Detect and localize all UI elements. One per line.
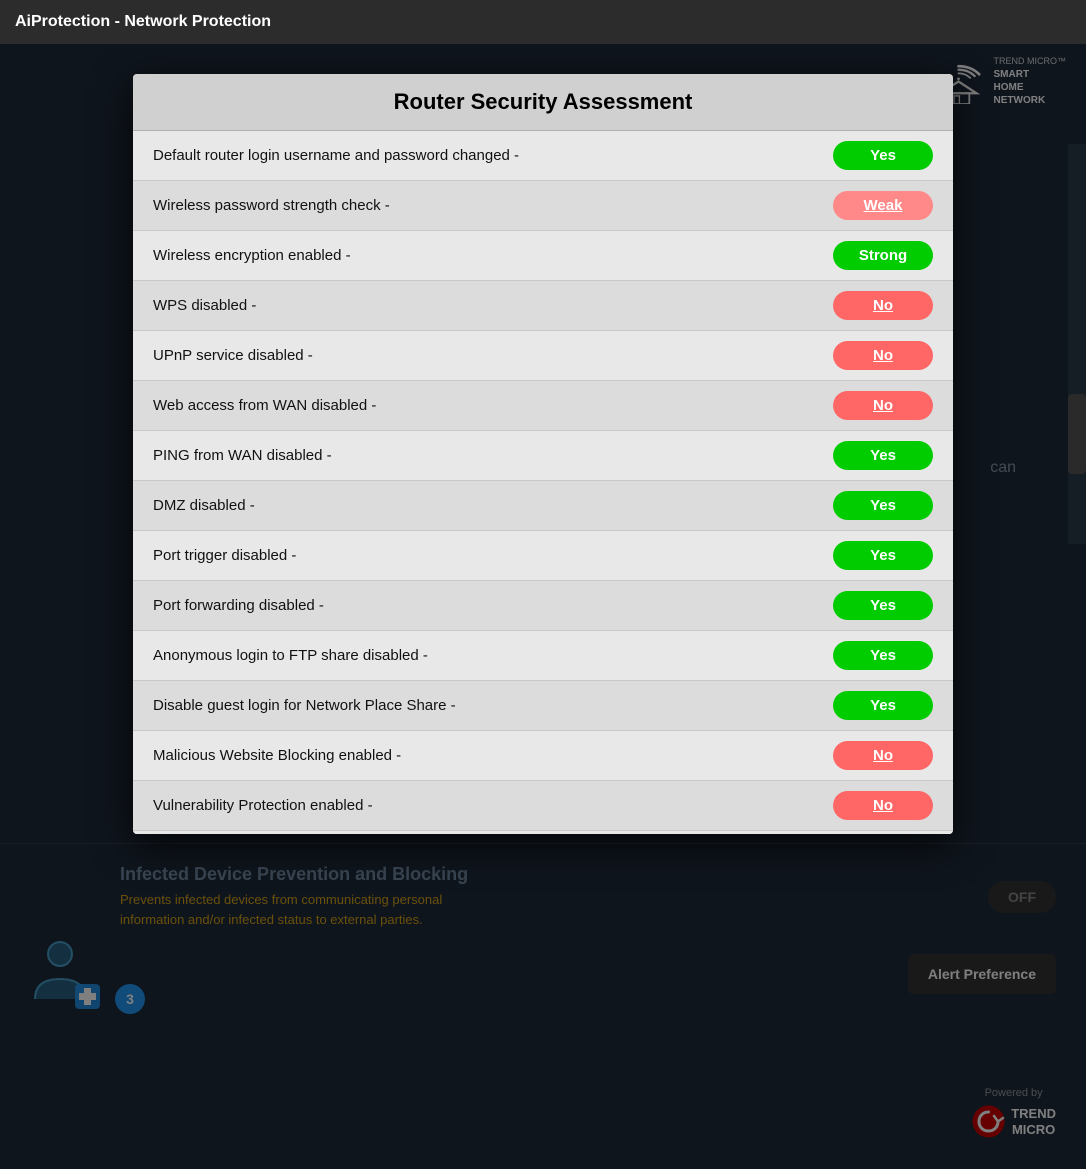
status-badge[interactable]: No [833,341,933,370]
assessment-row: Malicious Website Blocking enabled - No [133,731,953,781]
status-badge[interactable]: Weak [833,191,933,220]
assessment-label: Port forwarding disabled - [153,597,324,614]
assessment-row: Port forwarding disabled - Yes [133,581,953,631]
assessment-label: Web access from WAN disabled - [153,397,376,414]
assessment-table: Default router login username and passwo… [133,131,953,834]
status-badge[interactable]: No [833,741,933,770]
assessment-label: UPnP service disabled - [153,347,313,364]
modal-overlay: Router Security Assessment Default route… [0,44,1086,1169]
assessment-row: Wireless encryption enabled - Strong [133,231,953,281]
status-badge: Yes [833,641,933,670]
assessment-row: Vulnerability Protection enabled - No [133,781,953,831]
status-badge[interactable]: No [833,391,933,420]
assessment-label: Wireless encryption enabled - [153,247,351,264]
status-badge: Yes [833,491,933,520]
status-badge: Yes [833,541,933,570]
assessment-row: Infected Device Prevention and Blocking … [133,831,953,834]
assessment-label: Malicious Website Blocking enabled - [153,747,401,764]
assessment-row: Web access from WAN disabled - No [133,381,953,431]
title-bar-label: AiProtection - Network Protection [15,13,271,31]
assessment-row: PING from WAN disabled - Yes [133,431,953,481]
status-badge: Strong [833,241,933,270]
title-bar: AiProtection - Network Protection [0,0,1086,44]
assessment-label: Port trigger disabled - [153,547,296,564]
assessment-row: Disable guest login for Network Place Sh… [133,681,953,731]
status-badge: Yes [833,591,933,620]
assessment-label: PING from WAN disabled - [153,447,332,464]
assessment-row: Port trigger disabled - Yes [133,531,953,581]
background-page: Network Protection with Trend Micro prot… [0,44,1086,1169]
assessment-row: Default router login username and passwo… [133,131,953,181]
assessment-row: WPS disabled - No [133,281,953,331]
assessment-label: Default router login username and passwo… [153,147,519,164]
status-badge: Yes [833,141,933,170]
assessment-label: Disable guest login for Network Place Sh… [153,697,456,714]
status-badge: Yes [833,691,933,720]
assessment-label: DMZ disabled - [153,497,255,514]
assessment-label: Wireless password strength check - [153,197,390,214]
assessment-label: Vulnerability Protection enabled - [153,797,373,814]
assessment-label: WPS disabled - [153,297,256,314]
modal-dialog: Router Security Assessment Default route… [133,74,953,834]
assessment-row: DMZ disabled - Yes [133,481,953,531]
status-badge[interactable]: No [833,291,933,320]
assessment-row: Wireless password strength check - Weak [133,181,953,231]
status-badge: Yes [833,441,933,470]
assessment-row: Anonymous login to FTP share disabled - … [133,631,953,681]
assessment-row: UPnP service disabled - No [133,331,953,381]
status-badge[interactable]: No [833,791,933,820]
modal-title: Router Security Assessment [133,74,953,131]
assessment-label: Anonymous login to FTP share disabled - [153,647,428,664]
